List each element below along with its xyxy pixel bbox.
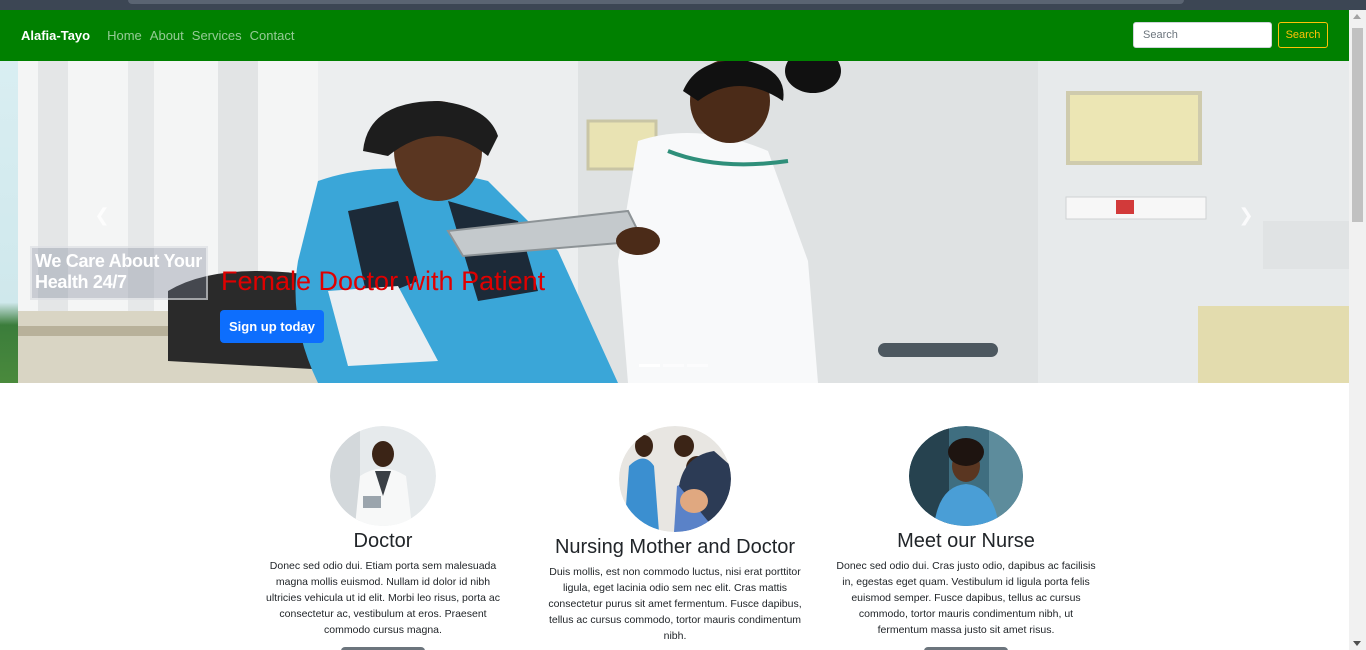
card-title: Doctor bbox=[353, 530, 413, 552]
carousel-indicator[interactable] bbox=[663, 364, 684, 367]
card-text: Donec sed odio dui. Etiam porta sem male… bbox=[265, 560, 500, 636]
page-scrollbar[interactable] bbox=[1349, 10, 1366, 650]
chevron-left-icon: ❮ bbox=[94, 205, 110, 225]
card-nursing-mother: Nursing Mother and Doctor Duis mollis, e… bbox=[542, 426, 808, 644]
hero-photo bbox=[18, 61, 1349, 383]
nav-contact-link[interactable]: Contact bbox=[250, 28, 295, 43]
carousel-caption-title: Female Doctor with Patient bbox=[221, 266, 546, 296]
browser-tab-strip bbox=[0, 0, 1366, 10]
nav-about-link[interactable]: About bbox=[150, 28, 184, 43]
search-form: Search bbox=[1133, 22, 1328, 48]
carousel-indicator[interactable] bbox=[687, 364, 708, 367]
top-navbar: Alafia-Tayo Home About Services Contact … bbox=[0, 10, 1349, 61]
card-title: Meet our Nurse bbox=[897, 530, 1035, 552]
signup-button[interactable]: Sign up today bbox=[220, 310, 324, 343]
carousel-prev-button[interactable]: ❮ bbox=[90, 203, 114, 227]
carousel-indicators bbox=[639, 364, 708, 367]
nav-services-link[interactable]: Services bbox=[192, 28, 242, 43]
card-title: Nursing Mother and Doctor bbox=[554, 536, 796, 558]
brand-link[interactable]: Alafia-Tayo bbox=[21, 28, 90, 43]
nurse-avatar bbox=[909, 426, 1023, 526]
nursing-mother-avatar bbox=[619, 426, 731, 532]
hero-carousel: ❮ ❯ We Care About Your Health 24/7 Femal… bbox=[18, 61, 1349, 383]
browser-address-edge bbox=[128, 0, 1184, 4]
card-text: Duis mollis, est non commodo luctus, nis… bbox=[548, 566, 802, 642]
carousel-indicator[interactable] bbox=[639, 364, 660, 367]
card-text: Donec sed odio dui. Cras justo odio, dap… bbox=[836, 560, 1096, 636]
scroll-up-icon[interactable] bbox=[1353, 14, 1361, 19]
nav-home-link[interactable]: Home bbox=[107, 28, 142, 43]
doctor-avatar bbox=[330, 426, 436, 526]
search-input[interactable] bbox=[1133, 22, 1272, 48]
scroll-down-icon[interactable] bbox=[1353, 641, 1361, 646]
card-nurse: Meet our Nurse Donec sed odio dui. Cras … bbox=[836, 426, 1096, 638]
scrollbar-thumb[interactable] bbox=[1352, 28, 1363, 222]
card-doctor: Doctor Donec sed odio dui. Etiam porta s… bbox=[259, 426, 507, 638]
search-button[interactable]: Search bbox=[1278, 22, 1328, 48]
chevron-right-icon: ❯ bbox=[1238, 205, 1254, 225]
carousel-next-button[interactable]: ❯ bbox=[1234, 203, 1258, 227]
hero-tagline: We Care About Your Health 24/7 bbox=[35, 251, 202, 292]
previous-slide-peek bbox=[0, 61, 18, 383]
